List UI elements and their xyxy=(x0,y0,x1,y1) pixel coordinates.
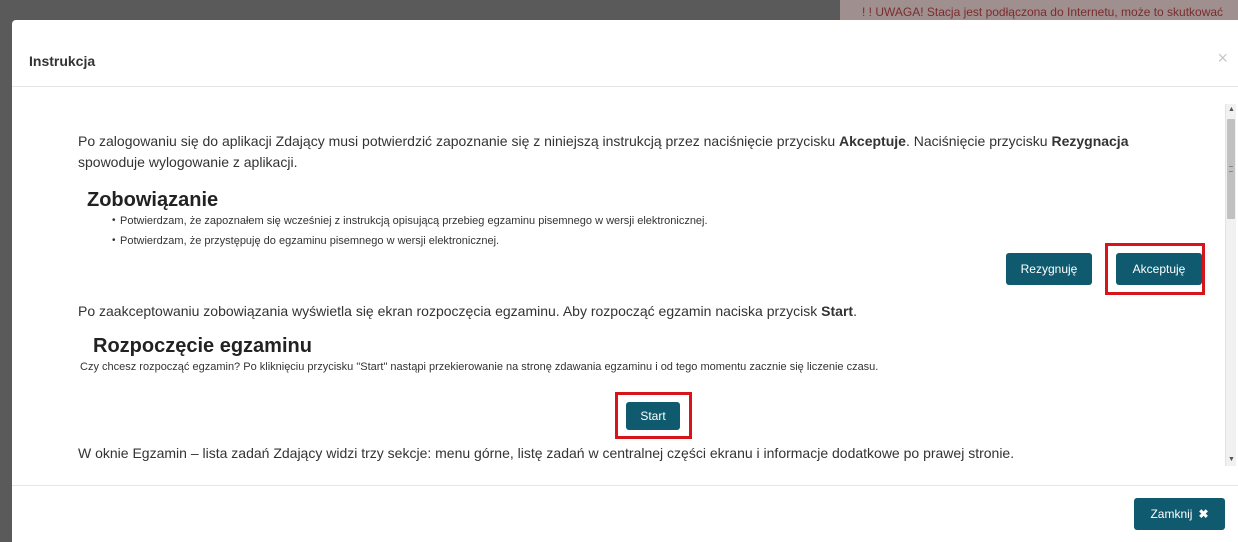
start-question: Czy chcesz rozpocząć egzamin? Po kliknię… xyxy=(80,361,879,373)
after-accept-paragraph: Po zaakceptowaniu zobowiązania wyświetla… xyxy=(78,303,857,319)
accept-word: Akceptuje xyxy=(839,133,906,149)
background-warning-strip: ! ! UWAGA! Stacja jest podłączona do Int… xyxy=(840,0,1238,20)
reject-button[interactable]: Rezygnuję xyxy=(1006,253,1092,285)
close-icon[interactable]: × xyxy=(1217,49,1228,67)
scroll-down-arrow-icon[interactable]: ▼ xyxy=(1226,454,1237,466)
modal-header: Instrukcja × xyxy=(12,20,1238,87)
modal-title: Instrukcja xyxy=(29,53,96,69)
intro-paragraph: Po zalogowaniu się do aplikacji Zdający … xyxy=(78,133,1129,170)
reject-word: Rezygnacja xyxy=(1051,133,1129,149)
start-word: Start xyxy=(821,303,854,319)
commitment-list: Potwierdzam, że zapoznałem się wcześniej… xyxy=(112,211,708,251)
commitment-item: Potwierdzam, że zapoznałem się wcześniej… xyxy=(112,211,708,231)
times-icon: ✖ xyxy=(1198,507,1209,521)
scroll-up-arrow-icon[interactable]: ▲ xyxy=(1226,104,1237,116)
close-button[interactable]: Zamknij ✖ xyxy=(1134,498,1225,530)
background-warning-text: ! ! UWAGA! Stacja jest podłączona do Int… xyxy=(862,5,1224,19)
exam-window-paragraph: W oknie Egzamin – lista zadań Zdający wi… xyxy=(78,445,1015,461)
commitment-item: Potwierdzam, że przystępuję do egzaminu … xyxy=(112,231,708,251)
instruction-modal: Instrukcja × Po zalogowaniu się do aplik… xyxy=(12,20,1238,542)
accept-button[interactable]: Akceptuję xyxy=(1116,253,1202,285)
start-button[interactable]: Start xyxy=(626,402,680,430)
modal-footer xyxy=(12,485,1238,542)
commitment-heading: Zobowiązanie xyxy=(87,189,219,211)
close-button-label: Zamknij xyxy=(1150,507,1193,521)
modal-body-scrollbar[interactable]: ▲ ▼ xyxy=(1225,104,1236,466)
scroll-thumb[interactable] xyxy=(1227,119,1235,219)
modal-body: Po zalogowaniu się do aplikacji Zdający … xyxy=(12,87,1224,485)
start-heading: Rozpoczęcie egzaminu xyxy=(93,335,312,357)
